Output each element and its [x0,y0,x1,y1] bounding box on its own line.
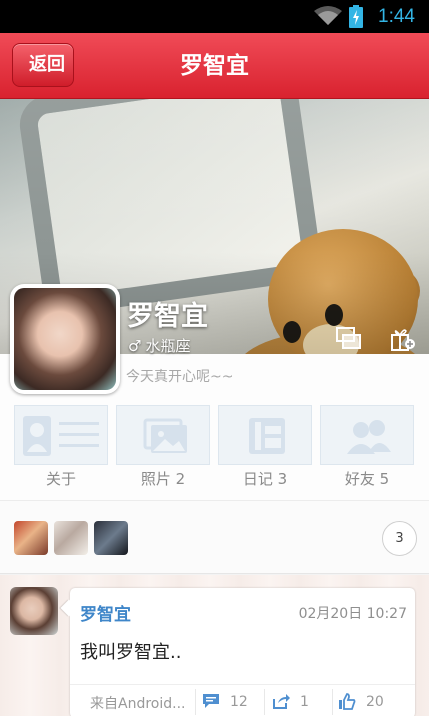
friends-icon [347,420,391,454]
tab-friends-label: 好友 5 [344,470,390,488]
tab-about-label: 关于 [45,470,76,488]
male-icon: ♂ [128,337,142,355]
diary-icon [249,418,285,454]
friend-avatar[interactable] [94,521,128,555]
share-button[interactable]: 1 [272,691,327,713]
back-button[interactable]: 返回 [12,43,74,87]
status-message: 今天真开心呢~~ [126,369,234,385]
profile-card-icon [23,416,99,456]
share-icon [273,694,290,709]
tab-friends[interactable] [320,405,414,465]
gift-icon[interactable] [390,327,416,351]
clock: 1:44 [378,6,415,27]
back-button-label: 返回 [29,54,65,75]
friend-avatar[interactable] [54,521,88,555]
photo-change-icon[interactable] [336,327,362,351]
friends-count-badge[interactable]: 3 [382,521,417,556]
friend-avatar[interactable] [14,521,48,555]
profile-name: 罗智宜 [127,301,208,332]
zodiac-label: 水瓶座 [145,337,191,355]
tab-diary-label: 日记 3 [242,470,288,488]
photo-icon [143,418,187,453]
post-card[interactable]: 罗智宜 02月20日 10:27 我叫罗智宜.. 来自Android... 12… [70,588,415,716]
wifi-icon [314,6,342,25]
comment-icon [203,694,219,708]
like-button[interactable]: 20 [338,691,398,713]
comment-count: 12 [230,694,248,710]
battery-icon [349,5,363,28]
post-author[interactable]: 罗智宜 [80,600,131,625]
share-count: 1 [300,694,309,710]
tab-photos-label: 照片 2 [140,470,186,488]
status-bar: 1:44 [0,0,429,33]
like-count: 20 [366,694,384,710]
tab-diary[interactable] [218,405,312,465]
gender-zodiac: ♂ 水瓶座 [128,335,190,356]
post-author-avatar[interactable] [10,587,58,635]
tab-about[interactable] [14,405,108,465]
avatar[interactable] [10,284,120,394]
post-time: 02月20日 10:27 [298,606,407,622]
tab-photos[interactable] [116,405,210,465]
thumbs-up-icon [339,693,356,710]
post-source: 来自Android... [90,696,186,712]
comment-button[interactable]: 12 [202,691,262,713]
profile-tabs [14,405,416,467]
post-text: 我叫罗智宜.. [80,642,182,663]
title-bar: 罗智宜 返回 [0,33,429,99]
post-footer: 来自Android... 12 1 20 [70,684,415,716]
